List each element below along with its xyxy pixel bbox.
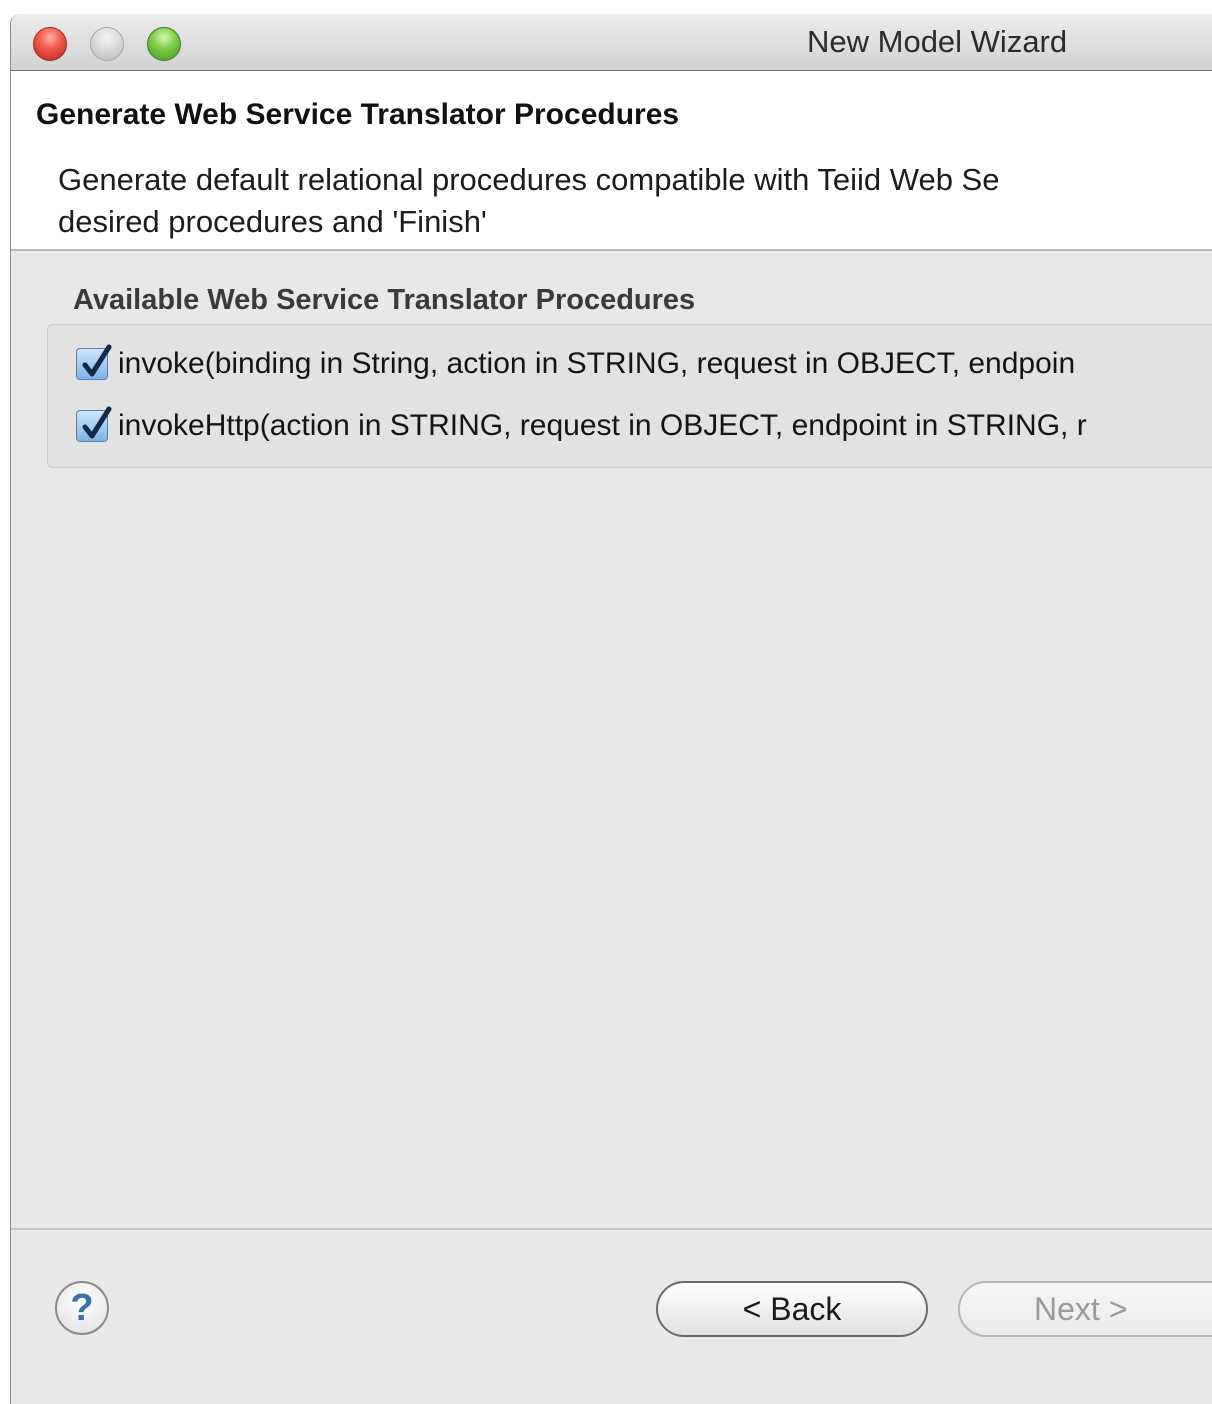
help-icon[interactable]: ? (55, 1281, 109, 1335)
procedure-label: invoke(binding in String, action in STRI… (118, 347, 1076, 380)
checkmark-icon (82, 344, 112, 377)
back-button[interactable]: < Back (656, 1281, 928, 1337)
procedure-checkbox[interactable] (76, 406, 112, 442)
checkmark-icon (82, 406, 112, 439)
procedures-group-label: Available Web Service Translator Procedu… (73, 284, 696, 316)
description-line-2: desired procedures and 'Finish' (58, 204, 487, 239)
procedure-item-invoke[interactable]: invoke(binding in String, action in STRI… (76, 341, 1075, 387)
procedure-item-invokehttp[interactable]: invokeHttp(action in STRING, request in … (76, 403, 1087, 449)
wizard-header: Generate Web Service Translator Procedur… (11, 71, 1212, 251)
page-description: Generate default relational procedures c… (58, 159, 1212, 243)
procedures-group: invoke(binding in String, action in STRI… (47, 324, 1212, 468)
footer-separator (11, 1228, 1212, 1230)
wizard-window: New Model Wizard Generate Web Service Tr… (10, 14, 1212, 1404)
description-line-1: Generate default relational procedures c… (58, 162, 1000, 197)
title-bar: New Model Wizard (11, 14, 1212, 71)
zoom-window-icon[interactable] (147, 27, 181, 61)
close-window-icon[interactable] (33, 27, 67, 61)
window-title: New Model Wizard (807, 24, 1068, 59)
minimize-window-icon[interactable] (90, 27, 124, 61)
page-title: Generate Web Service Translator Procedur… (36, 98, 680, 131)
next-button[interactable]: Next > (958, 1281, 1212, 1337)
procedure-checkbox[interactable] (76, 344, 112, 380)
procedure-label: invokeHttp(action in STRING, request in … (118, 409, 1087, 442)
